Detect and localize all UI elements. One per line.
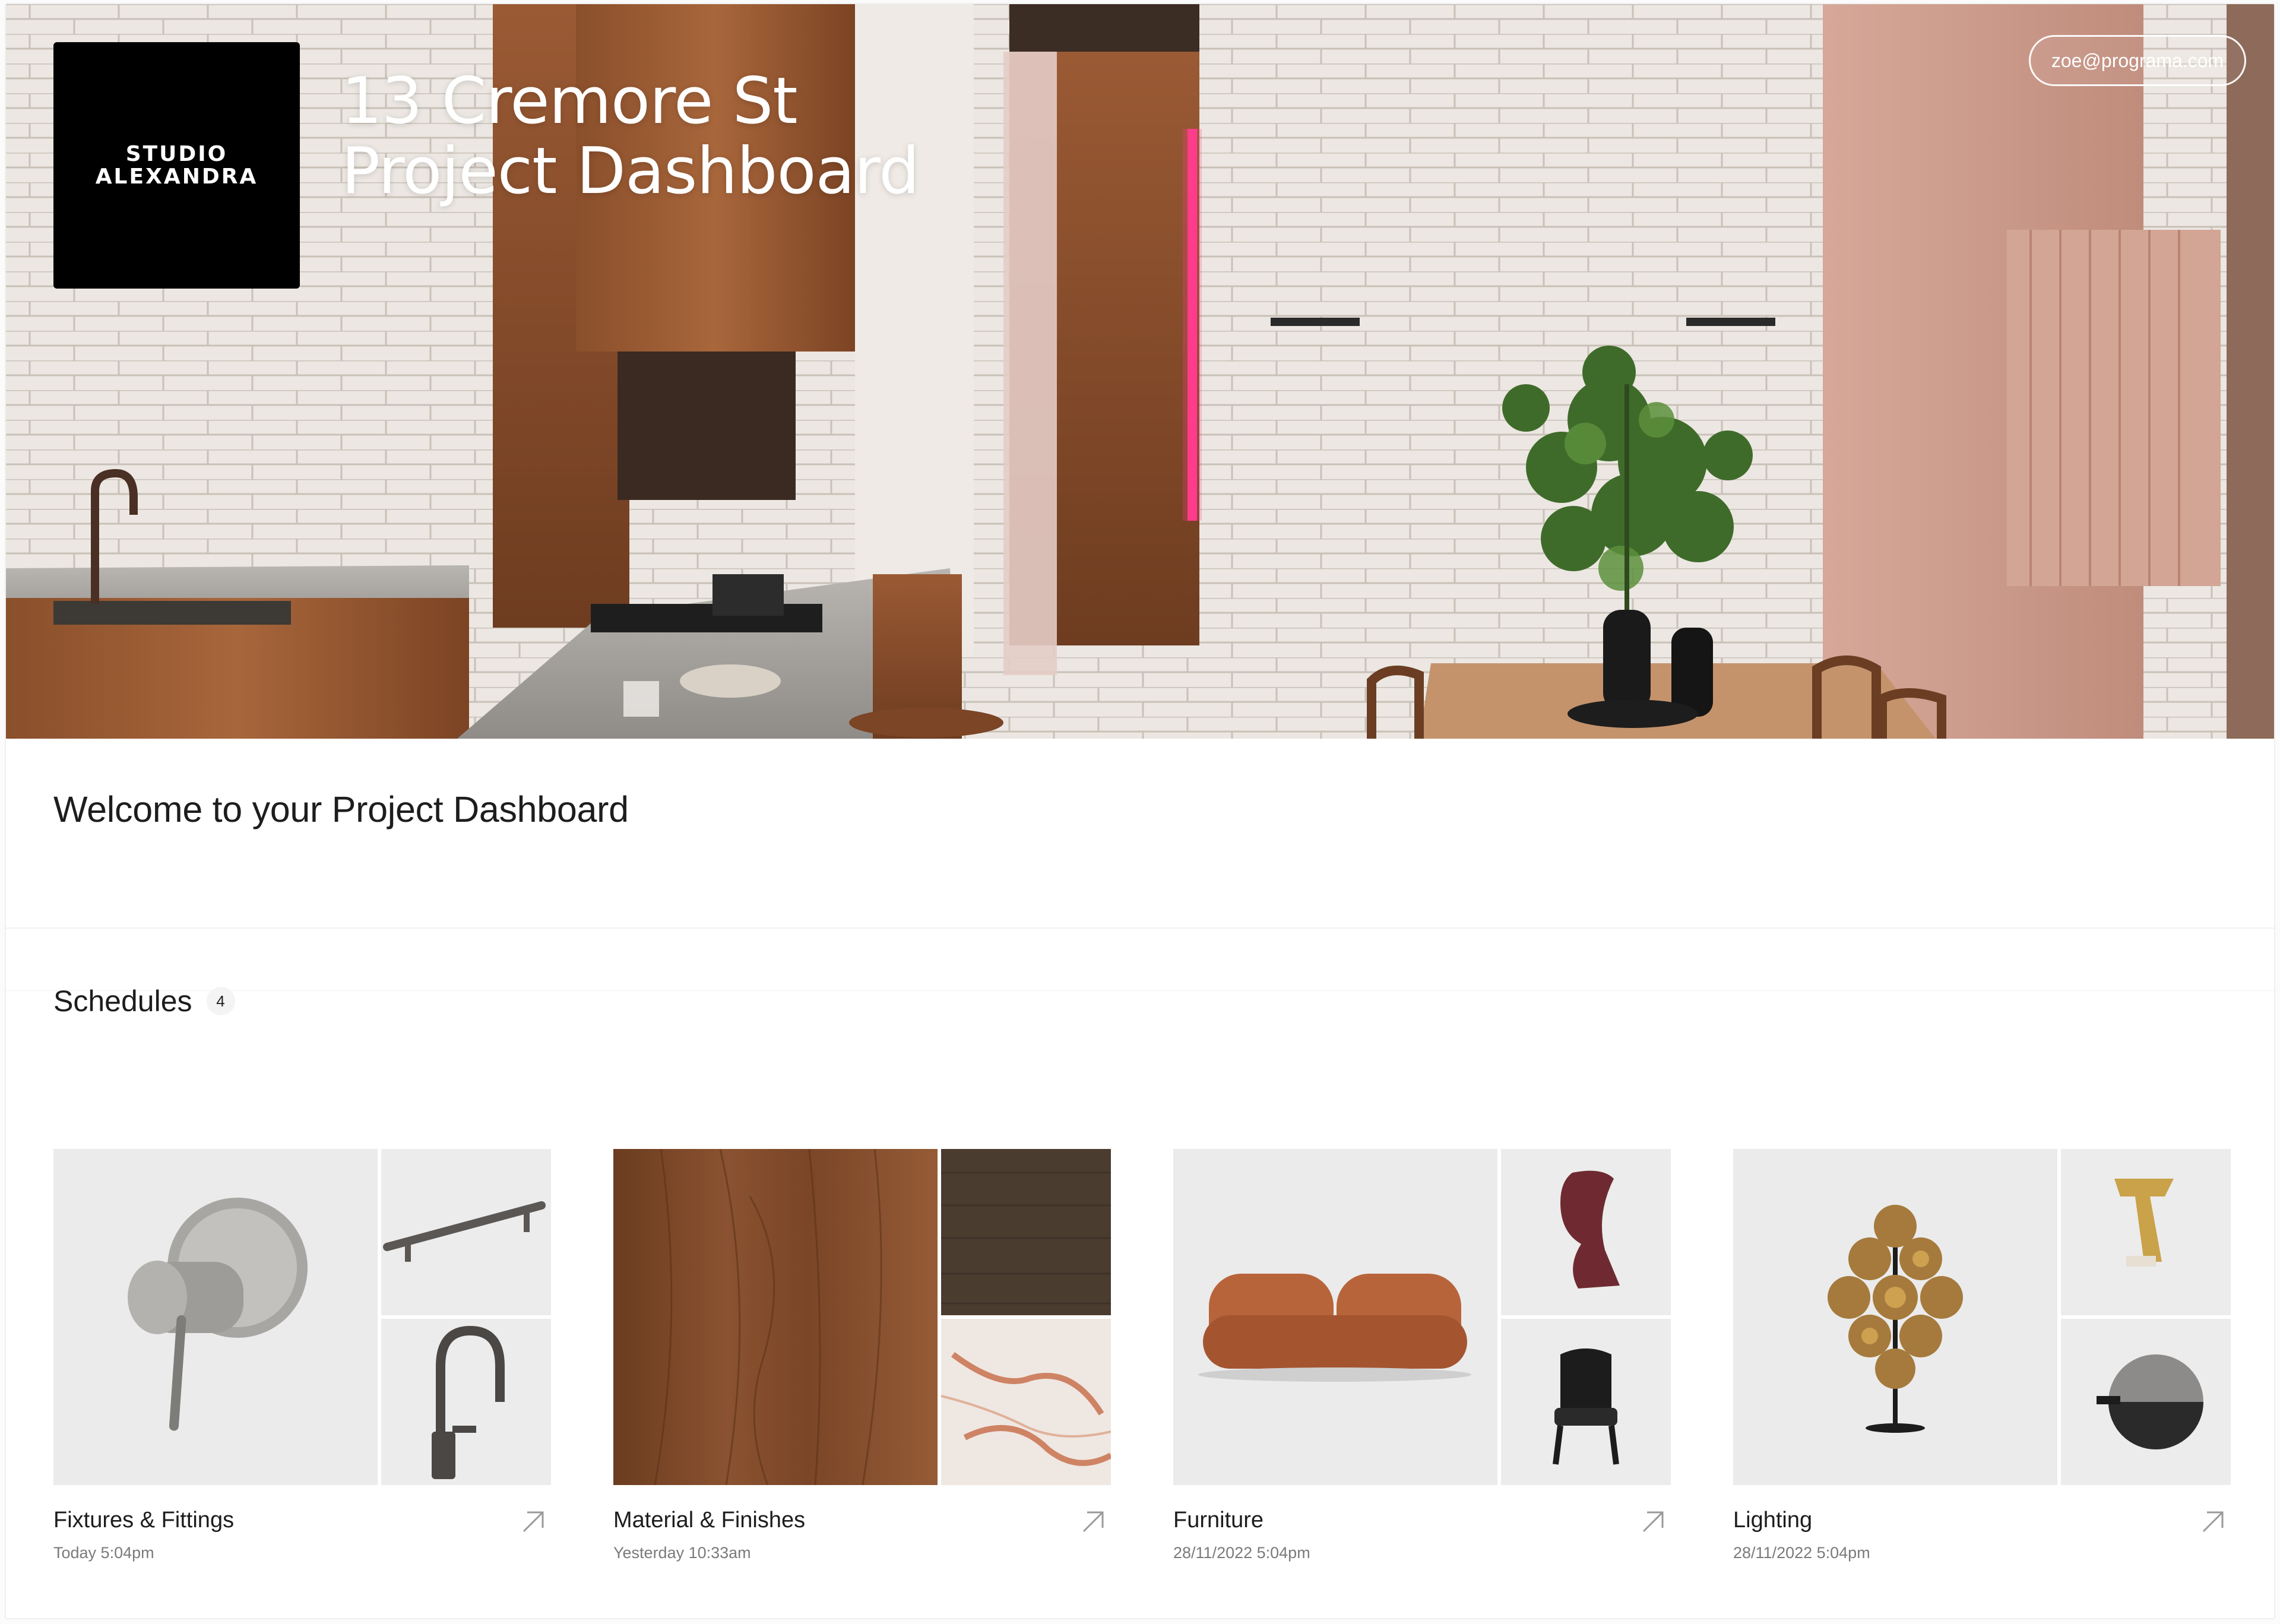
red-chair-illustration [1501, 1149, 1671, 1315]
project-title-line2: Project Dashboard [341, 134, 920, 208]
sconce-illustration [2061, 1319, 2231, 1485]
dark-timber-image [941, 1149, 1111, 1315]
card-title[interactable]: Lighting [1733, 1508, 1812, 1533]
brass-lamp-illustration [2061, 1149, 2231, 1315]
arrow-up-right-icon[interactable] [1639, 1508, 1666, 1535]
hero-banner: STUDIO ALEXANDRA 13 Cremore St Project D… [6, 4, 2274, 739]
page: STUDIO ALEXANDRA 13 Cremore St Project D… [0, 0, 2280, 1624]
dashboard-frame: STUDIO ALEXANDRA 13 Cremore St Project D… [5, 3, 2275, 1619]
card-updated-date: 28/11/2022 5:04pm [1173, 1544, 1310, 1562]
globe-lamp-illustration [1733, 1149, 2057, 1485]
arrow-up-right-icon[interactable] [2199, 1508, 2226, 1535]
marble-illustration [941, 1319, 1111, 1485]
card-updated-date: Today 5:04pm [53, 1544, 154, 1562]
arrow-up-right-icon[interactable] [519, 1508, 546, 1535]
schedules-title: Schedules [53, 984, 192, 1018]
tap-illustration [381, 1319, 551, 1485]
walnut-illustration [613, 1149, 938, 1485]
brass-lamp-image [2061, 1149, 2231, 1315]
schedules-header: Schedules 4 [53, 984, 235, 1018]
panton-chair-image [1501, 1149, 1671, 1315]
project-title: 13 Cremore St Project Dashboard [341, 67, 1173, 207]
schedule-card-furniture[interactable]: Furniture 28/11/2022 5:04pm [1173, 1149, 1671, 1565]
user-account-button[interactable]: zoe@programa.com [2029, 35, 2246, 86]
card-image-mosaic[interactable] [613, 1149, 1111, 1485]
handle-illustration [381, 1149, 551, 1315]
card-title[interactable]: Material & Finishes [613, 1508, 805, 1533]
schedules-count-badge: 4 [206, 987, 235, 1015]
tap-image [381, 1319, 551, 1485]
card-image-mosaic[interactable] [1173, 1149, 1671, 1485]
studio-logo[interactable]: STUDIO ALEXANDRA [53, 42, 300, 289]
card-image-mosaic[interactable] [1733, 1149, 2231, 1485]
wall-sconce-image [2061, 1319, 2231, 1485]
section-divider [6, 990, 2274, 991]
card-updated-date: 28/11/2022 5:04pm [1733, 1544, 1870, 1562]
logo-text-line2: ALEXANDRA [95, 164, 258, 189]
schedule-card-materials[interactable]: Material & Finishes Yesterday 10:33am [613, 1149, 1111, 1565]
arrow-up-right-icon[interactable] [1079, 1508, 1106, 1535]
schedule-card-lighting[interactable]: Lighting 28/11/2022 5:04pm [1733, 1149, 2231, 1565]
card-image-mosaic[interactable] [53, 1149, 551, 1485]
mixer-illustration [53, 1149, 378, 1485]
black-chair-illustration [1501, 1319, 1671, 1485]
section-divider [6, 927, 2274, 929]
mixer-image [53, 1149, 378, 1485]
card-title[interactable]: Fixtures & Fittings [53, 1508, 234, 1533]
schedule-card-fixtures[interactable]: Fixtures & Fittings Today 5:04pm [53, 1149, 551, 1565]
dark-timber-illustration [941, 1149, 1111, 1315]
project-title-line1: 13 Cremore St [341, 64, 798, 138]
card-updated-date: Yesterday 10:33am [613, 1544, 751, 1562]
marble-image [941, 1319, 1111, 1485]
sofa-illustration [1173, 1149, 1497, 1485]
black-chair-image [1501, 1319, 1671, 1485]
welcome-heading: Welcome to your Project Dashboard [53, 789, 629, 830]
globe-lamp-image [1733, 1149, 2057, 1485]
walnut-veneer-image [613, 1149, 938, 1485]
card-title[interactable]: Furniture [1173, 1508, 1264, 1533]
pull-handle-image [381, 1149, 551, 1315]
logo-text-line1: STUDIO [125, 141, 228, 166]
sofa-image [1173, 1149, 1497, 1485]
